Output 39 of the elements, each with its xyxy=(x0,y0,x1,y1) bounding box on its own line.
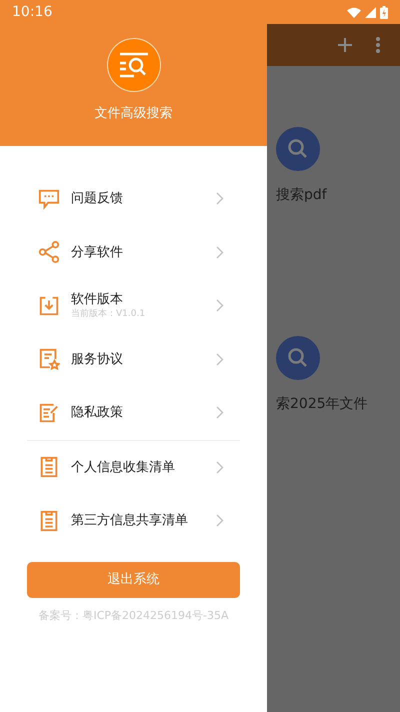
more-icon[interactable] xyxy=(376,37,380,53)
shortcut-label: 索2025年文件 xyxy=(276,395,368,414)
chat-icon xyxy=(38,188,60,210)
signal-icon xyxy=(365,6,376,18)
shortcut-label: 搜索pdf xyxy=(276,186,327,205)
menu-item[interactable]: 分享软件 xyxy=(27,226,240,279)
battery-icon xyxy=(380,6,388,18)
chevron-right-icon xyxy=(216,192,224,206)
menu-item[interactable]: 隐私政策 xyxy=(27,386,240,440)
search-icon[interactable] xyxy=(276,127,320,171)
app-name: 文件高级搜索 xyxy=(94,105,172,123)
menu-label: 个人信息收集清单 xyxy=(71,458,176,476)
menu-label: 服务协议 xyxy=(71,350,124,368)
chevron-right-icon xyxy=(216,246,224,259)
status-time: 10:16 xyxy=(12,2,52,22)
menu-item[interactable]: 问题反馈 xyxy=(27,172,240,226)
document-edit-icon xyxy=(38,402,60,424)
clipboard-icon xyxy=(38,510,60,532)
chevron-right-icon xyxy=(216,514,224,528)
document-star-icon xyxy=(38,348,60,370)
wifi-icon xyxy=(347,6,361,18)
share-icon xyxy=(38,241,60,264)
menu-label: 问题反馈 xyxy=(71,190,124,208)
plus-icon[interactable] xyxy=(338,38,352,52)
app-logo xyxy=(106,38,160,92)
menu-item[interactable]: 个人信息收集清单 xyxy=(27,440,240,494)
menu-label: 隐私政策 xyxy=(71,404,124,422)
menu-item[interactable]: 服务协议 xyxy=(27,332,240,386)
chevron-right-icon xyxy=(216,460,224,474)
clipboard-icon xyxy=(38,456,60,478)
menu-label: 第三方信息共享清单 xyxy=(71,512,189,530)
menu-label: 分享软件 xyxy=(71,244,124,261)
menu-item[interactable]: 第三方信息共享清单 xyxy=(27,494,240,548)
menu-label: 软件版本 xyxy=(71,291,124,308)
chevron-right-icon xyxy=(216,352,224,366)
search-icon[interactable] xyxy=(276,336,320,380)
chevron-right-icon xyxy=(216,406,224,420)
download-icon xyxy=(38,294,60,317)
chevron-right-icon xyxy=(216,299,224,312)
